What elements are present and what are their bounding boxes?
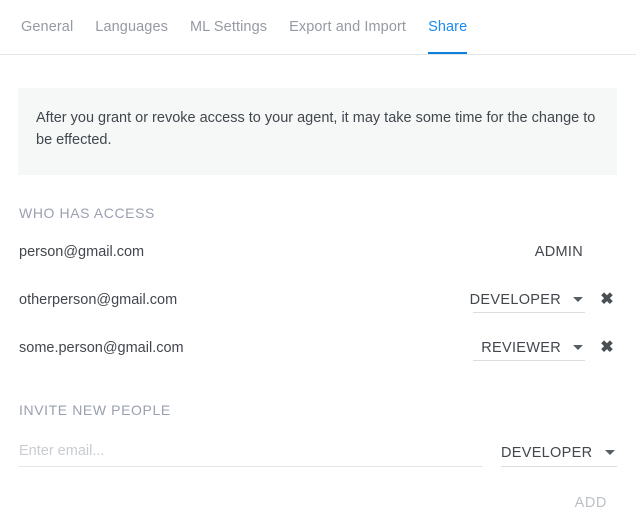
access-row-role-static: ADMIN (534, 244, 583, 260)
remove-access-button[interactable]: ✖ (597, 340, 617, 356)
access-row-email: person@gmail.com (19, 244, 145, 260)
invite-email-wrapper (19, 442, 483, 467)
tab-languages[interactable]: Languages (84, 0, 179, 54)
tab-export-and-import[interactable]: Export and Import (278, 0, 417, 54)
tab-languages-label: Languages (95, 19, 168, 35)
access-row: person@gmail.com ADMIN (0, 228, 636, 276)
access-row-role-select[interactable]: REVIEWER (473, 335, 585, 361)
access-row: otherperson@gmail.com DEVELOPER ✖ (0, 276, 636, 324)
who-has-access-list: person@gmail.com ADMIN otherperson@gmail… (0, 228, 636, 372)
invite-role-select[interactable]: DEVELOPER (501, 440, 617, 467)
chevron-down-icon (605, 450, 615, 455)
invite-new-people-row: DEVELOPER (0, 440, 636, 467)
access-row-role-select[interactable]: DEVELOPER (469, 287, 585, 313)
invite-role-label: DEVELOPER (501, 444, 593, 461)
access-row: some.person@gmail.com REVIEWER ✖ (0, 324, 636, 372)
chevron-down-icon (573, 297, 583, 302)
settings-tab-bar: General Languages ML Settings Export and… (0, 0, 636, 55)
tab-share[interactable]: Share (417, 0, 478, 54)
add-button-row: ADD (0, 489, 636, 517)
invite-email-input[interactable] (19, 443, 483, 467)
chevron-down-icon (573, 345, 583, 350)
tab-general-label: General (21, 19, 74, 35)
share-notice-text: After you grant or revoke access to your… (36, 110, 596, 148)
access-row-email: otherperson@gmail.com (19, 292, 178, 308)
tab-ml-settings[interactable]: ML Settings (179, 0, 278, 54)
who-has-access-title: WHO HAS ACCESS (19, 205, 155, 221)
remove-access-button[interactable]: ✖ (597, 292, 617, 308)
share-notice-banner: After you grant or revoke access to your… (18, 88, 617, 175)
tab-export-and-import-label: Export and Import (289, 19, 407, 35)
tab-ml-settings-label: ML Settings (189, 19, 268, 35)
access-row-email: some.person@gmail.com (19, 340, 184, 356)
access-row-role-label: REVIEWER (481, 339, 561, 356)
add-button[interactable]: ADD (565, 489, 617, 517)
invite-new-people-title: INVITE NEW PEOPLE (19, 402, 171, 418)
tab-general[interactable]: General (10, 0, 84, 54)
access-row-role-label: DEVELOPER (469, 291, 561, 308)
share-panel: After you grant or revoke access to your… (0, 88, 636, 517)
tab-share-label: Share (428, 19, 468, 35)
